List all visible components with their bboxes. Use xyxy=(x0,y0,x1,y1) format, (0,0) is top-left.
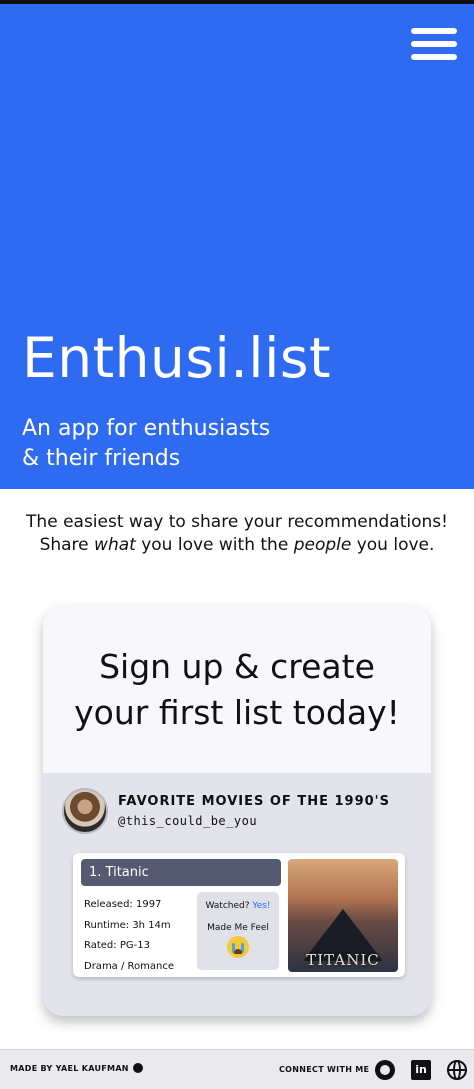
list-profile: FAVORITE MOVIES OF THE 1990'S @this_coul… xyxy=(62,788,390,834)
tagline-line-2: & their friends xyxy=(22,446,181,471)
linkedin-icon[interactable]: in xyxy=(411,1060,431,1080)
watched-value: Yes! xyxy=(252,901,271,911)
intro-text-part: you love with the xyxy=(135,535,294,555)
feelings-box: Watched? Yes! Made Me Feel xyxy=(197,892,279,970)
signup-header[interactable]: Sign up & create your first list today! xyxy=(43,606,431,773)
intro-emphasis-people: people xyxy=(293,535,352,555)
intro-text: The easiest way to share your recommenda… xyxy=(0,511,474,557)
released-text: Released: 1997 xyxy=(84,899,162,910)
movie-details: Released: 1997 Runtime: 3h 14m Rated: PG… xyxy=(84,895,174,977)
tagline: An app for enthusiasts & their friends xyxy=(22,414,322,474)
footer: MADE BY YAEL KAUFMAN CONNECT WITH ME in xyxy=(0,1049,474,1089)
github-icon[interactable] xyxy=(375,1060,395,1080)
smiley-icon xyxy=(132,1063,143,1073)
movie-poster: TITANIC xyxy=(288,859,398,972)
intro-line-1: The easiest way to share your recommenda… xyxy=(26,512,448,532)
watched-label: Watched? xyxy=(205,901,250,911)
intro-line-2: Share what you love with the people you … xyxy=(0,534,474,557)
made-by-text: MADE BY YAEL KAUFMAN xyxy=(10,1063,129,1073)
signup-cta[interactable]: Sign up & create your first list today! xyxy=(74,644,400,736)
watched-row: Watched? Yes! xyxy=(197,901,279,911)
app-title: Enthusi.list xyxy=(22,326,332,390)
made-me-feel-label: Made Me Feel xyxy=(207,923,269,933)
signup-line-2: your first list today! xyxy=(74,692,400,732)
intro-emphasis-what: what xyxy=(94,535,136,555)
globe-icon[interactable] xyxy=(447,1060,467,1080)
profile-text: FAVORITE MOVIES OF THE 1990'S @this_coul… xyxy=(118,794,390,828)
user-handle: @this_could_be_you xyxy=(118,814,258,828)
genre-text: Drama / Romance xyxy=(84,960,175,972)
avatar xyxy=(62,788,108,834)
connect-label: CONNECT WITH ME xyxy=(279,1065,370,1074)
movie-title: 1. Titanic xyxy=(81,859,281,886)
made-by: MADE BY YAEL KAUFMAN xyxy=(10,1063,143,1073)
hero-banner: Enthusi.list An app for enthusiasts & th… xyxy=(0,4,474,489)
movie-entry-card: 1. Titanic Released: 1997 Runtime: 3h 14… xyxy=(73,853,405,977)
rated-text: Rated: PG-13 xyxy=(84,940,150,951)
hamburger-menu-icon[interactable] xyxy=(411,28,457,66)
runtime-text: Runtime: 3h 14m xyxy=(84,919,171,931)
signup-card[interactable]: Sign up & create your first list today! … xyxy=(43,606,431,1016)
signup-line-1: Sign up & create xyxy=(99,646,375,686)
intro-text-part: you love. xyxy=(351,535,435,555)
poster-title: TITANIC xyxy=(306,951,380,969)
list-title: FAVORITE MOVIES OF THE 1990'S xyxy=(118,794,391,809)
crying-face-icon xyxy=(227,936,249,958)
intro-text-part: Share xyxy=(39,535,95,555)
tagline-line-1: An app for enthusiasts xyxy=(22,416,271,441)
